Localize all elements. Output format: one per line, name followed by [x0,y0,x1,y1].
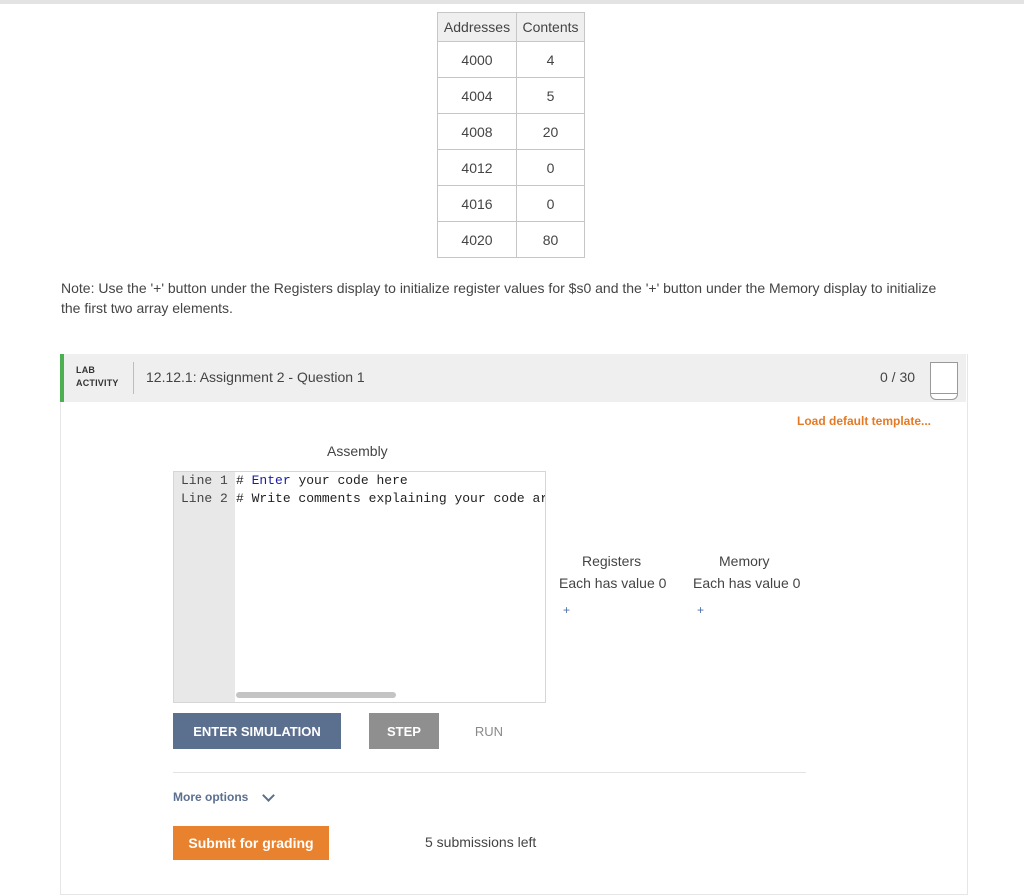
table-row: 4016 0 [437,185,585,222]
memory-title: Memory [719,553,770,569]
code-keyword: Enter [251,473,291,488]
line-number: Line 1 [181,473,228,488]
score-ribbon-icon [930,362,958,400]
content-cell: 5 [516,77,585,114]
instruction-note: Note: Use the '+' button under the Regis… [61,280,937,316]
registers-title: Registers [582,553,642,569]
table-row: 4008 20 [437,113,585,150]
editor-horizontal-scrollbar[interactable] [236,692,396,698]
content-cell: 0 [516,185,585,222]
section-divider [173,772,806,773]
code-line[interactable]: Line 1 # Enter your code here [181,472,408,490]
add-register-icon[interactable]: + [563,603,570,617]
comment-hash: # [236,491,244,506]
address-cell: 4004 [437,77,517,114]
content-cell: 20 [516,113,585,150]
more-options-toggle[interactable]: More options [173,788,276,804]
score-text: 0 / 30 [880,369,916,385]
contents-header: Contents [516,12,585,42]
address-cell: 4012 [437,149,517,186]
add-memory-icon[interactable]: + [697,603,704,617]
address-cell: 4016 [437,185,517,222]
table-row: 4020 80 [437,221,585,258]
step-button[interactable]: STEP [369,713,439,749]
header-separator [133,362,134,394]
table-row: 4004 5 [437,77,585,114]
content-cell: 80 [516,221,585,258]
table-row: 4000 4 [437,41,585,78]
submit-for-grading-button[interactable]: Submit for grading [173,826,329,860]
table-row: 4012 0 [437,149,585,186]
code-text: your code here [298,473,408,488]
comment-hash: # [236,473,244,488]
memory-value-text: Each has value 0 [693,575,801,591]
code-text: Write comments explaining your code ar [251,491,546,506]
submissions-left-text: 5 submissions left [425,834,537,850]
memory-table: Addresses Contents 4000 4 4004 5 4008 20… [437,12,585,258]
enter-simulation-button[interactable]: ENTER SIMULATION [173,713,341,749]
activity-header: LAB ACTIVITY 12.12.1: Assignment 2 - Que… [60,354,966,402]
load-default-template-link[interactable]: Load default template... [797,414,931,428]
address-cell: 4000 [437,41,517,78]
registers-value-text: Each has value 0 [559,575,667,591]
addresses-header: Addresses [437,12,517,42]
lab-activity-tag: LAB ACTIVITY [76,365,119,388]
more-options-label: More options [173,790,249,804]
address-cell: 4008 [437,113,517,150]
memory-table-header: Addresses Contents [437,12,585,42]
top-divider [0,0,1024,4]
address-cell: 4020 [437,221,517,258]
assembly-label: Assembly [327,443,388,459]
run-button[interactable]: RUN [464,713,514,749]
content-cell: 0 [516,149,585,186]
content-cell: 4 [516,41,585,78]
line-number: Line 2 [181,491,228,506]
chevron-down-icon [262,788,276,802]
code-line[interactable]: Line 2 # Write comments explaining your c… [181,490,546,508]
code-editor[interactable]: Line 1 # Enter your code here Line 2 # Wri… [173,471,546,703]
activity-title: 12.12.1: Assignment 2 - Question 1 [146,369,365,385]
